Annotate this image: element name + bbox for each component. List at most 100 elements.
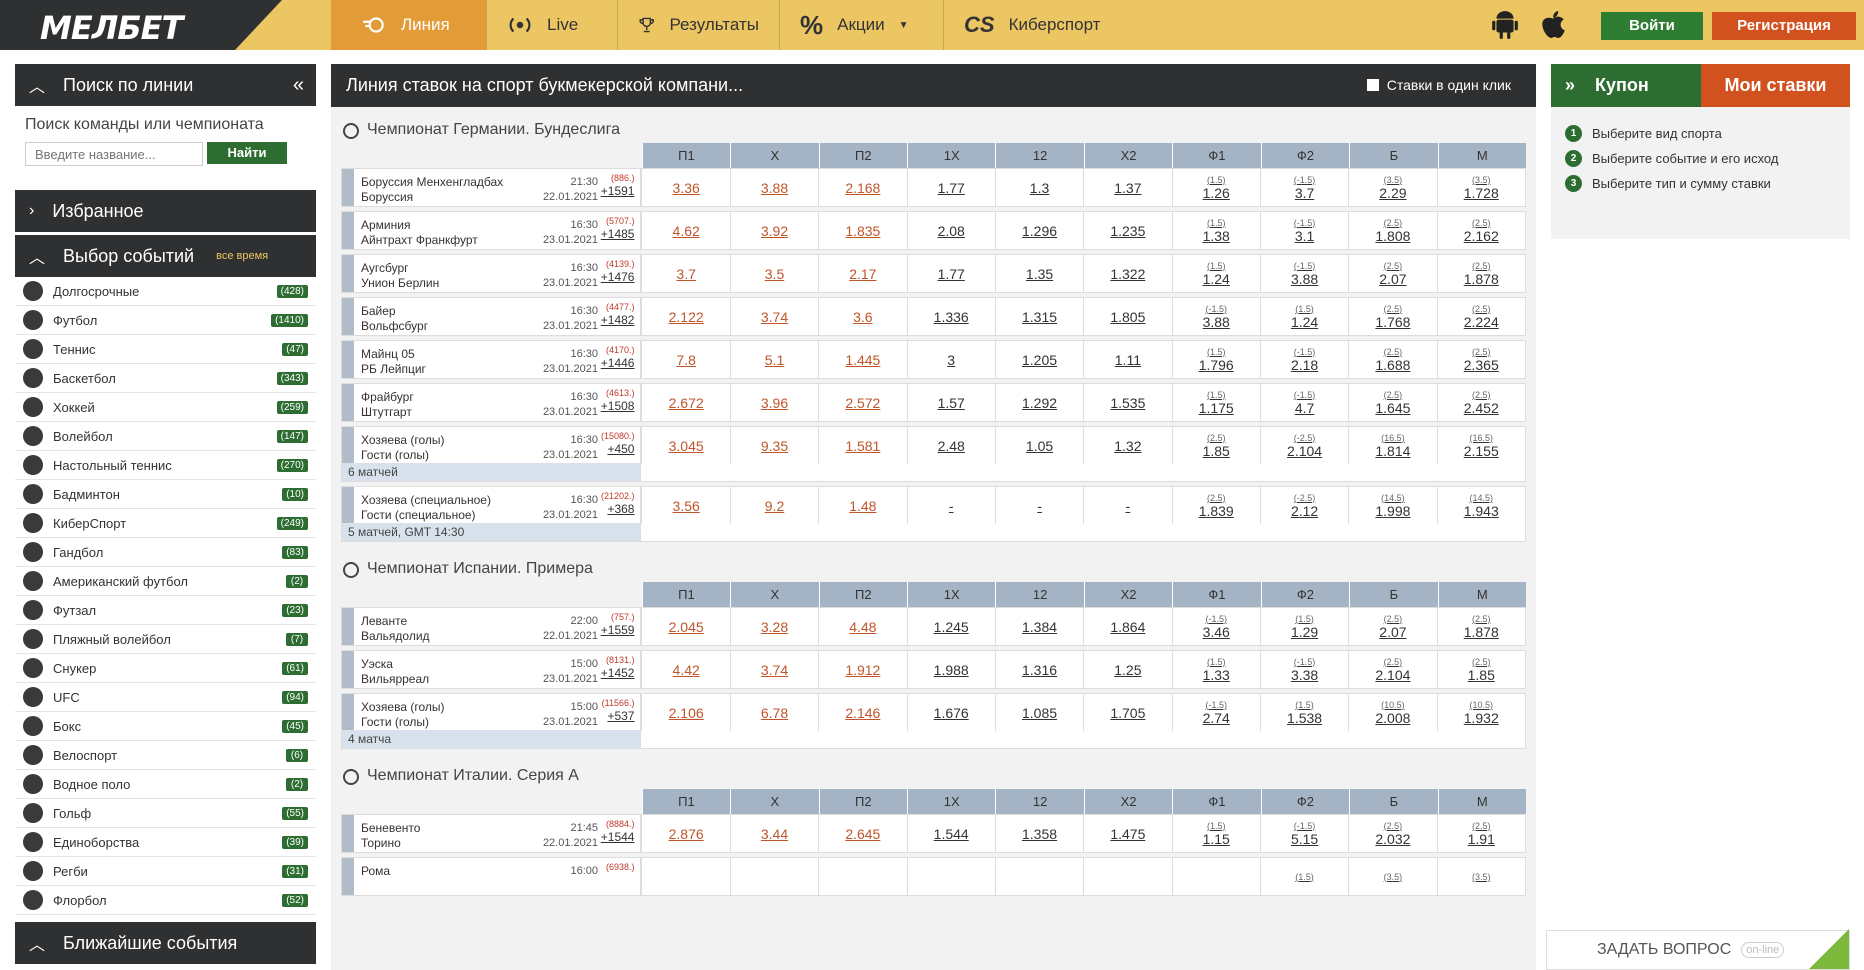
event-teams[interactable]: Фрайбург Штутгарт [361, 390, 414, 420]
odd-cell[interactable]: (2.5) 1.688 [1348, 341, 1436, 378]
odd-cell[interactable]: 1.32 [1083, 427, 1171, 464]
search-panel-header[interactable]: ︿ Поиск по линии « [15, 64, 316, 106]
odd-cell[interactable]: 1.544 [906, 815, 995, 852]
odd-cell[interactable]: 1.384 [994, 608, 1083, 645]
event-teams[interactable]: Хозяева (голы) Гости (голы) [361, 433, 444, 463]
odd-cell[interactable]: 1.316 [994, 651, 1083, 688]
odd-cell[interactable]: (10.5) 1.932 [1436, 694, 1525, 731]
odd-cell[interactable]: (1.5) 1.15 [1171, 815, 1260, 852]
odd-cell[interactable]: 1.864 [1083, 608, 1171, 645]
odd-cell[interactable]: 1.358 [994, 815, 1083, 852]
odd-cell[interactable]: 2.572 [818, 384, 906, 421]
odd-cell[interactable]: 1.245 [906, 608, 995, 645]
odd-cell[interactable]: 1.581 [818, 427, 906, 464]
odd-cell[interactable]: 6.78 [729, 694, 818, 731]
odd-cell[interactable]: (1.5) 1.175 [1171, 384, 1260, 421]
ask-question-widget[interactable]: ЗАДАТЬ ВОПРОС on-line [1546, 929, 1850, 970]
sport-item[interactable]: Регби (31) [15, 857, 316, 886]
odd-cell[interactable]: 1.77 [906, 169, 995, 206]
sport-item[interactable]: КиберСпорт (249) [15, 509, 316, 538]
odd-cell[interactable]: 9.2 [729, 487, 818, 524]
odd-cell[interactable]: (2.5) 1.839 [1171, 487, 1260, 524]
sport-item[interactable]: Снукер (61) [15, 654, 316, 683]
odd-cell[interactable]: 1.48 [818, 487, 906, 524]
sport-item[interactable]: Бокс (45) [15, 712, 316, 741]
odd-cell[interactable]: (-1.5) 2.74 [1171, 694, 1260, 731]
expand-toggle[interactable] [342, 384, 354, 421]
odd-cell[interactable]: 1.77 [906, 255, 995, 292]
expand-toggle[interactable] [342, 212, 354, 249]
sport-item[interactable]: Футбол (1410) [15, 306, 316, 335]
more-markets-link[interactable]: (757.) +1559 [601, 612, 635, 637]
odd-cell[interactable]: (-1.5) 4.7 [1259, 384, 1348, 421]
odd-cell[interactable]: 1.475 [1083, 815, 1171, 852]
expand-toggle[interactable] [342, 298, 354, 335]
nearest-header[interactable]: ︿ Ближайшие события [15, 922, 316, 964]
odd-cell[interactable]: (-1.5) 3.1 [1259, 212, 1348, 249]
sport-item[interactable]: Настольный теннис (270) [15, 451, 316, 480]
apple-icon[interactable] [1540, 10, 1566, 40]
nav-results[interactable]: Результаты [618, 0, 780, 50]
odd-cell[interactable]: (1.5) 1.796 [1171, 341, 1260, 378]
search-input[interactable] [25, 142, 203, 166]
odd-cell[interactable]: (2.5) 1.878 [1436, 255, 1525, 292]
odd-cell[interactable]: 3.7 [641, 255, 729, 292]
events-header[interactable]: ︿ Выбор событий все время [15, 235, 316, 277]
sport-item[interactable]: Теннис (47) [15, 335, 316, 364]
odd-cell[interactable]: (-2.5) 2.104 [1259, 427, 1348, 464]
event-teams[interactable]: Хозяева (специальное) Гости (специальное) [361, 493, 491, 523]
more-markets-link[interactable]: (11566.) +537 [602, 698, 635, 723]
odd-cell[interactable]: 3.74 [729, 651, 818, 688]
odd-cell[interactable] [906, 858, 995, 895]
sport-item[interactable]: UFC (94) [15, 683, 316, 712]
odd-cell[interactable]: (14.5) 1.943 [1436, 487, 1525, 524]
odd-cell[interactable]: 4.48 [818, 608, 906, 645]
sport-item[interactable]: Единоборства (39) [15, 828, 316, 857]
odd-cell[interactable]: 3.88 [729, 169, 818, 206]
odd-cell[interactable]: (2.5) 1.808 [1348, 212, 1436, 249]
sport-item[interactable]: Водное поло (2) [15, 770, 316, 799]
odd-cell[interactable]: 2.146 [818, 694, 906, 731]
odd-cell[interactable]: (2.5) 1.645 [1348, 384, 1436, 421]
odd-cell[interactable]: 1.3 [994, 169, 1083, 206]
nav-promo[interactable]: % Акции ▼ [780, 0, 944, 50]
sport-item[interactable]: Баскетбол (343) [15, 364, 316, 393]
odd-cell[interactable]: 9.35 [729, 427, 818, 464]
odd-cell[interactable]: (-1.5) 5.15 [1259, 815, 1348, 852]
odd-cell[interactable]: 3.44 [729, 815, 818, 852]
event-teams[interactable]: Беневенто Торино [361, 821, 420, 851]
expand-icon[interactable] [1809, 929, 1849, 969]
odd-cell[interactable]: 1.205 [994, 341, 1083, 378]
odd-cell[interactable]: (1.5) 1.29 [1259, 608, 1348, 645]
expand-toggle[interactable] [342, 255, 354, 292]
odd-cell[interactable] [1083, 858, 1171, 895]
odd-cell[interactable]: 3.28 [729, 608, 818, 645]
odd-cell[interactable]: 1.25 [1083, 651, 1171, 688]
sport-item[interactable]: Долгосрочные (428) [15, 277, 316, 306]
odd-cell[interactable]: 1.292 [994, 384, 1083, 421]
odd-cell[interactable]: (16.5) 2.155 [1436, 427, 1525, 464]
android-icon[interactable] [1492, 10, 1518, 40]
search-button[interactable]: Найти [207, 142, 287, 164]
event-teams[interactable]: Леванте Вальядолид [361, 614, 430, 644]
sport-item[interactable]: Гольф (55) [15, 799, 316, 828]
odd-cell[interactable]: (2.5) 2.032 [1348, 815, 1436, 852]
odd-cell[interactable]: 1.805 [1083, 298, 1171, 335]
odd-cell[interactable] [729, 858, 818, 895]
more-markets-link[interactable]: (5707.) +1485 [601, 216, 635, 241]
more-markets-link[interactable]: (4139.) +1476 [601, 259, 635, 284]
odd-cell[interactable]: 3.56 [641, 487, 729, 524]
tab-my-bets[interactable]: Мои ставки [1701, 64, 1850, 107]
odd-cell[interactable]: (-1.5) 3.46 [1171, 608, 1260, 645]
login-button[interactable]: Войти [1601, 12, 1703, 40]
odd-cell[interactable]: 7.8 [641, 341, 729, 378]
odd-cell[interactable]: 1.296 [994, 212, 1083, 249]
expand-toggle[interactable] [342, 169, 354, 206]
sport-item[interactable]: Американский футбол (2) [15, 567, 316, 596]
checkbox[interactable] [1366, 79, 1379, 91]
odd-cell[interactable]: (1.5) 1.538 [1259, 694, 1348, 731]
event-teams[interactable]: Майнц 05 РБ Лейпциг [361, 347, 426, 377]
sport-item[interactable]: Бадминтон (10) [15, 480, 316, 509]
odd-cell[interactable]: (1.5) 1.38 [1171, 212, 1260, 249]
odd-cell[interactable]: - [1083, 487, 1171, 524]
